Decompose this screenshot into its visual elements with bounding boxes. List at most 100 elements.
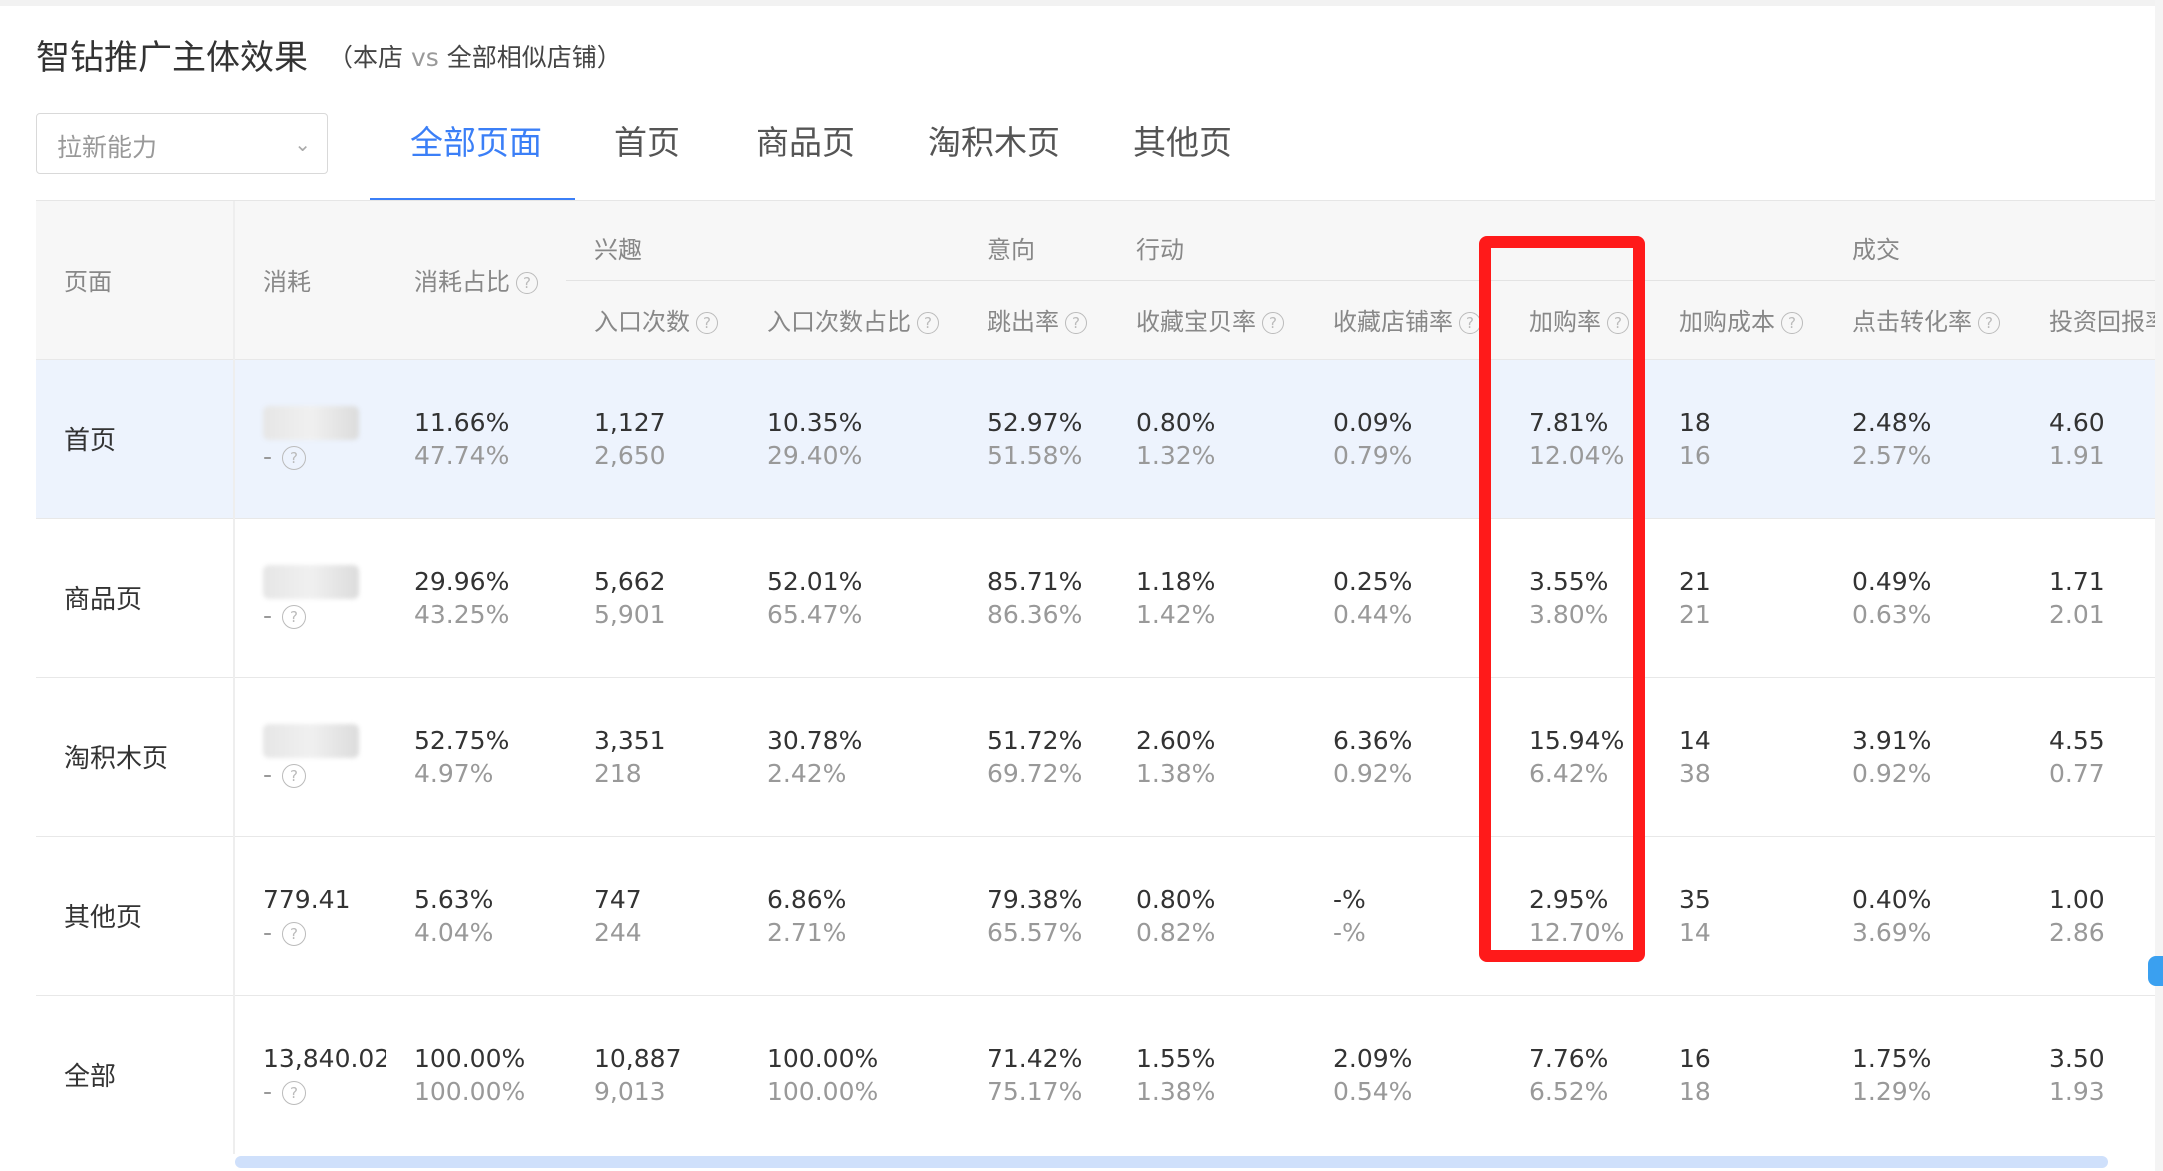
cell-page-label: 淘积木页 — [64, 744, 169, 774]
cell-ctr-conv: 0.40% 3.69% — [1824, 835, 2021, 995]
group-deal-label: 成交 — [1852, 235, 1900, 264]
store-value: 10,887 — [594, 1043, 682, 1073]
group-intent-label: 意向 — [987, 235, 1035, 264]
store-value: 4.55 — [2049, 725, 2105, 755]
store-value: 7.76% — [1529, 1043, 1609, 1073]
col-header-cost: 消耗 — [234, 201, 386, 359]
tab-home[interactable]: 首页 — [614, 116, 680, 164]
cell-cart-rate: 2.95% 12.70% — [1501, 835, 1651, 995]
help-icon[interactable]: ? — [1262, 312, 1284, 334]
peer-value: 100.00% — [767, 1076, 879, 1106]
cost-compare-value: - — [263, 441, 273, 471]
tab-product[interactable]: 商品页 — [756, 116, 855, 164]
peer-value: 12.04% — [1529, 440, 1625, 470]
store-value: 1.71 — [2049, 566, 2105, 596]
peer-value: 0.63% — [1852, 599, 1932, 629]
peer-value: 65.47% — [767, 599, 863, 629]
side-float-button[interactable] — [2148, 956, 2163, 986]
tab-taojimu[interactable]: 淘积木页 — [928, 116, 1060, 164]
metric-select[interactable]: 拉新能力 ⌄ — [36, 113, 328, 174]
peer-value: 0.44% — [1333, 599, 1413, 629]
cost-masked — [263, 723, 386, 758]
cell-cost-share: 5.63% 4.04% — [386, 835, 566, 995]
help-icon[interactable]: ? — [282, 921, 307, 946]
peer-value: 3.69% — [1852, 917, 1932, 947]
cost-value: 13,840.02 — [263, 1043, 386, 1073]
peer-value: 1.93 — [2049, 1076, 2105, 1106]
store-value: 1.55% — [1136, 1043, 1216, 1073]
peer-value: 12.70% — [1529, 917, 1625, 947]
store-value: 7.81% — [1529, 407, 1609, 437]
cell-fav-item: 1.18% 1.42% — [1108, 517, 1305, 677]
cell-bounce: 85.71% 86.36% — [959, 517, 1108, 677]
help-icon[interactable]: ? — [1607, 312, 1629, 334]
peer-value: 16 — [1679, 440, 1711, 470]
peer-value: 86.36% — [987, 599, 1083, 629]
performance-table: 页面 消耗 消耗占比? 兴趣 意向 行动 成交 入口次数? 入口次数占比? 跳出… — [36, 201, 2155, 1159]
help-icon[interactable]: ? — [696, 312, 718, 334]
col-header-fav-shop: 收藏店铺率? — [1305, 280, 1501, 359]
col-header-cost-share: 消耗占比? — [386, 201, 566, 359]
help-icon[interactable]: ? — [1781, 312, 1803, 334]
store-value: 85.71% — [987, 566, 1083, 596]
group-interest-label: 兴趣 — [594, 235, 642, 264]
cell-bounce: 51.72% 69.72% — [959, 676, 1108, 836]
help-icon[interactable]: ? — [282, 1080, 307, 1105]
cost-compare: -? — [263, 758, 386, 791]
col-header-ctr-conv-label: 点击转化率 — [1852, 308, 1972, 336]
cell-page: 淘积木页 — [36, 676, 235, 836]
cell-cart-rate: 7.81% 12.04% — [1501, 358, 1651, 518]
help-icon[interactable]: ? — [516, 272, 538, 295]
help-icon[interactable]: ? — [282, 604, 307, 629]
col-header-fav-item-label: 收藏宝贝率 — [1136, 308, 1256, 336]
cell-page-label: 全部 — [64, 1062, 117, 1093]
right-edge — [2155, 0, 2163, 1171]
cell-cost-share: 100.00% 100.00% — [386, 994, 566, 1154]
cell-roi: 3.50 1.93 — [2021, 994, 2155, 1154]
cell-fav-shop: -% -% — [1305, 835, 1501, 995]
horizontal-scrollbar[interactable] — [235, 1156, 2108, 1168]
store-value: 5.63% — [414, 884, 494, 914]
peer-value: 0.92% — [1852, 758, 1932, 788]
cell-entry-share: 30.78% 2.42% — [739, 676, 959, 836]
help-icon[interactable]: ? — [282, 445, 307, 470]
store-value: 52.75% — [414, 725, 510, 755]
store-value: 79.38% — [987, 884, 1083, 914]
cell-ctr-conv: 0.49% 0.63% — [1824, 517, 2021, 677]
help-icon[interactable]: ? — [282, 763, 307, 788]
page-title: 智钻推广主体效果 — [36, 38, 308, 78]
peer-value: 4.97% — [414, 758, 494, 788]
cell-entry-share: 10.35% 29.40% — [739, 358, 959, 518]
help-icon[interactable]: ? — [1459, 312, 1481, 334]
cell-cost-share: 29.96% 43.25% — [386, 517, 566, 677]
row-taojimu: 淘积木页 -? 52.75% 4.97% 3,351 218 30.78% 2.42% 51.7… — [36, 676, 2155, 836]
cell-cost: -? — [234, 676, 386, 836]
cell-cart-rate: 15.94% 6.42% — [1501, 676, 1651, 836]
top-border — [0, 0, 2163, 6]
cell-page: 其他页 — [36, 835, 235, 995]
peer-value: 2.86 — [2049, 917, 2105, 947]
cost-compare-value: - — [263, 759, 273, 789]
tab-other[interactable]: 其他页 — [1133, 116, 1232, 164]
help-icon[interactable]: ? — [1978, 312, 2000, 334]
cell-page-label: 首页 — [64, 426, 117, 456]
help-icon[interactable]: ? — [917, 312, 939, 334]
metric-select-value: 拉新能力 — [57, 133, 158, 162]
cell-bounce: 79.38% 65.57% — [959, 835, 1108, 995]
col-header-bounce-label: 跳出率 — [987, 308, 1059, 336]
col-header-page: 页面 — [36, 201, 235, 359]
cost-masked — [263, 405, 386, 440]
col-header-cart-rate-label: 加购率 — [1529, 308, 1601, 336]
store-value: 4.60 — [2049, 407, 2105, 437]
cost-compare-value: - — [263, 600, 273, 630]
col-header-roi: 投资回报率? — [2021, 280, 2155, 359]
tab-all-pages[interactable]: 全部页面 — [410, 116, 542, 164]
peer-value: 75.17% — [987, 1076, 1083, 1106]
store-value: 30.78% — [767, 725, 863, 755]
help-icon[interactable]: ? — [1065, 312, 1087, 334]
col-header-ctr-conv: 点击转化率? — [1824, 280, 2021, 359]
col-header-fav-shop-label: 收藏店铺率 — [1333, 308, 1453, 336]
store-value: 14 — [1679, 725, 1711, 755]
cell-fav-item: 0.80% 0.82% — [1108, 835, 1305, 995]
cell-cost: 779.41-? — [234, 835, 386, 995]
